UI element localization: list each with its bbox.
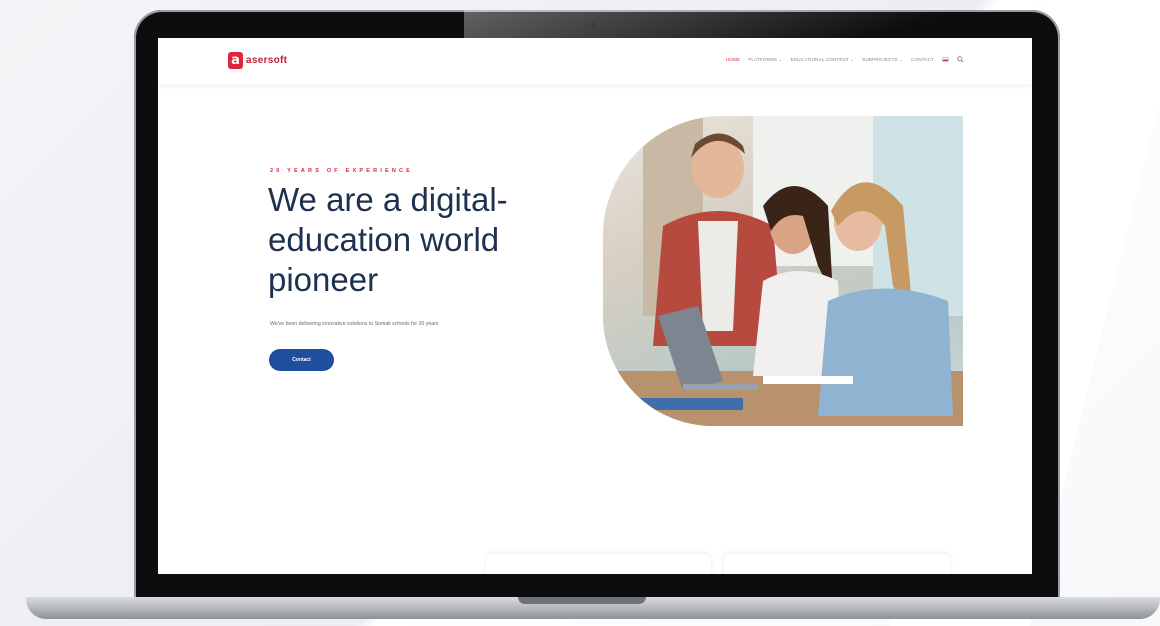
nav-item-platforms[interactable]: PLATFORMS ⌄ (748, 57, 782, 63)
laptop-screen: a asersoft HOME PLATFORMS ⌄ EDUCATIONAL … (158, 38, 1032, 574)
contact-button[interactable]: Contact (269, 349, 334, 371)
nav-item-subprojects[interactable]: SUBPROJECTS ⌄ (862, 57, 903, 63)
headline-line-2: education world (268, 221, 500, 258)
logo-text: asersoft (246, 55, 288, 66)
tr-flag-icon[interactable] (942, 57, 949, 62)
main-nav: HOME PLATFORMS ⌄ EDUCATIONAL CONTENT ⌄ S… (726, 56, 964, 63)
hero-headline: We are a digital- education world pionee… (268, 180, 598, 300)
search-icon[interactable] (957, 56, 964, 63)
content-card-2 (724, 554, 950, 574)
hero-photo-students (603, 116, 963, 426)
site-header: a asersoft HOME PLATFORMS ⌄ EDUCATIONAL … (158, 38, 1032, 84)
camera-dot (591, 22, 597, 28)
site-logo[interactable]: a asersoft (228, 52, 287, 69)
headline-line-1: We are a digital- (268, 181, 508, 218)
content-card-1 (486, 554, 711, 574)
hero-subline: We've been delivering innovative solutio… (270, 321, 439, 327)
headline-line-3: pioneer (268, 261, 379, 298)
nav-item-contact[interactable]: CONTACT (911, 57, 934, 62)
laptop-notch (518, 597, 646, 604)
nav-item-home[interactable]: HOME (726, 57, 740, 62)
hero-eyebrow: 20 YEARS OF EXPERIENCE (270, 168, 414, 174)
nav-item-educational-content[interactable]: EDUCATIONAL CONTENT ⌄ (791, 57, 855, 63)
logo-mark-icon: a (228, 52, 243, 69)
